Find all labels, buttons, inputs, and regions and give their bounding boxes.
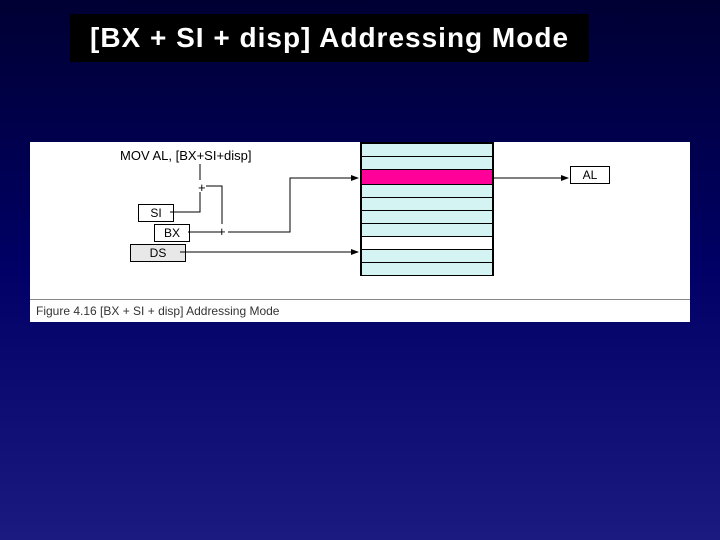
plus-icon: + <box>218 224 226 239</box>
memory-cell <box>362 224 492 237</box>
plus-icon: + <box>198 180 206 195</box>
slide-title: [BX + SI + disp] Addressing Mode <box>70 14 589 62</box>
memory-cell-highlight <box>362 170 492 185</box>
memory-cell <box>362 144 492 157</box>
memory-cell <box>362 250 492 263</box>
memory-cell <box>362 211 492 224</box>
ds-register-box: DS <box>130 244 186 262</box>
memory-cell <box>362 263 492 276</box>
al-register-box: AL <box>570 166 610 184</box>
figure-caption: Figure 4.16 [BX + SI + disp] Addressing … <box>36 304 279 318</box>
memory-stack <box>360 142 494 276</box>
memory-cell <box>362 157 492 170</box>
bx-register-box: BX <box>154 224 190 242</box>
memory-cell <box>362 198 492 211</box>
divider-line <box>30 299 690 300</box>
memory-cell <box>362 185 492 198</box>
si-register-box: SI <box>138 204 174 222</box>
memory-cell <box>362 237 492 250</box>
instruction-label: MOV AL, [BX+SI+disp] <box>120 148 252 163</box>
figure-panel: MOV AL, [BX+SI+disp] SI BX DS AL + + <box>30 142 690 322</box>
